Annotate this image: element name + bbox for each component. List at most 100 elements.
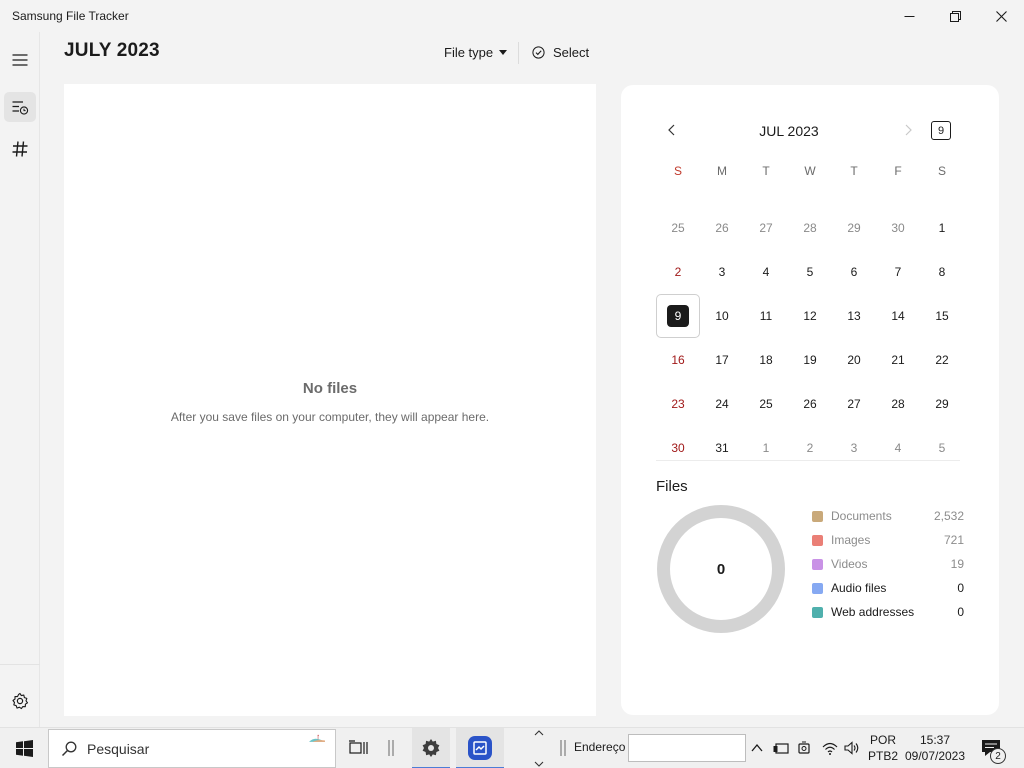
legend-label: Audio files	[831, 581, 887, 595]
legend-item[interactable]: Images 721	[812, 531, 964, 549]
calendar-day[interactable]: 17	[700, 338, 744, 382]
calendar-day[interactable]: 15	[920, 294, 964, 338]
next-month-button[interactable]	[901, 123, 915, 137]
restore-button[interactable]	[932, 0, 978, 32]
calendar-day[interactable]: 19	[788, 338, 832, 382]
minimize-icon	[904, 15, 914, 17]
calendar-day-number: 20	[847, 353, 861, 367]
taskbar-clock[interactable]: 15:37 09/07/2023	[902, 732, 968, 764]
calendar-day[interactable]: 8	[920, 250, 964, 294]
taskbar-search-box[interactable]: Pesquisar	[48, 729, 336, 768]
taskbar-app-file-tracker[interactable]	[456, 728, 504, 768]
search-highlight-illustration	[309, 734, 325, 742]
calendar-day[interactable]: 18	[744, 338, 788, 382]
calendar-day[interactable]: 3	[700, 250, 744, 294]
settings-button[interactable]	[4, 686, 36, 716]
start-button[interactable]	[0, 728, 48, 768]
previous-month-button[interactable]	[665, 123, 679, 137]
calendar-day[interactable]: 1	[744, 426, 788, 470]
file-type-label: File type	[444, 45, 494, 60]
weekday-header: S	[673, 164, 682, 178]
calendar-day[interactable]: 5	[788, 250, 832, 294]
task-view-icon	[349, 740, 368, 754]
taskbar-scroll-arrows[interactable]	[532, 730, 546, 767]
calendar-day[interactable]: 6	[832, 250, 876, 294]
calendar-day[interactable]: 28	[876, 382, 920, 426]
calendar-day[interactable]: 4	[744, 250, 788, 294]
volume-button[interactable]	[844, 740, 860, 756]
legend-item[interactable]: Videos 19	[812, 555, 964, 573]
show-hidden-icons-button[interactable]	[749, 740, 765, 756]
calendar-day[interactable]: 13	[832, 294, 876, 338]
calendar-day[interactable]: 10	[700, 294, 744, 338]
calendar-day-number: 1	[938, 221, 946, 235]
calendar-day[interactable]: 24	[700, 382, 744, 426]
calendar-day[interactable]: 7	[876, 250, 920, 294]
legend-count: 0	[957, 581, 964, 595]
calendar-day[interactable]: 28	[788, 206, 832, 250]
calendar-day[interactable]: 21	[876, 338, 920, 382]
calendar-day[interactable]: 30	[656, 426, 700, 470]
calendar-day[interactable]: 5	[920, 426, 964, 470]
task-view-button[interactable]	[346, 736, 372, 760]
tray-meet-icon[interactable]	[797, 740, 813, 756]
calendar-day-number: 15	[935, 309, 949, 323]
navigation-rail	[0, 32, 40, 727]
chevron-right-icon	[905, 124, 912, 136]
nav-divider	[0, 664, 40, 665]
empty-state-title: No files	[302, 380, 358, 397]
calendar-day-number: 11	[759, 309, 773, 323]
calendar-day[interactable]: 25	[744, 382, 788, 426]
calendar-day[interactable]: 20	[832, 338, 876, 382]
calendar-day[interactable]: 26	[788, 382, 832, 426]
calendar-day[interactable]: 23	[656, 382, 700, 426]
calendar-day[interactable]: 31	[700, 426, 744, 470]
minimize-button[interactable]	[886, 0, 932, 32]
calendar-day-number: 19	[803, 353, 817, 367]
calendar-day[interactable]: 11	[744, 294, 788, 338]
network-button[interactable]	[822, 740, 838, 756]
calendar-day[interactable]: 2	[788, 426, 832, 470]
calendar-day[interactable]: 22	[920, 338, 964, 382]
calendar-day[interactable]: 16	[656, 338, 700, 382]
nav-item-timeline[interactable]	[4, 92, 36, 122]
legend-swatch	[812, 606, 823, 618]
calendar-day[interactable]: 29	[920, 382, 964, 426]
calendar-day[interactable]: 27	[832, 382, 876, 426]
taskbar-app-settings[interactable]	[412, 728, 450, 768]
calendar-day[interactable]: 29	[832, 206, 876, 250]
device-icon	[773, 743, 789, 754]
language-code: POR	[869, 733, 896, 747]
close-button[interactable]	[978, 0, 1024, 32]
calendar-day[interactable]: 12	[788, 294, 832, 338]
menu-button[interactable]	[4, 45, 36, 75]
nav-item-tags[interactable]	[4, 134, 36, 164]
speaker-icon	[844, 741, 859, 755]
calendar-day[interactable]: 4	[876, 426, 920, 470]
legend-item[interactable]: Documents 2,532	[812, 507, 964, 525]
calendar-day[interactable]: 3	[832, 426, 876, 470]
calendar-day-number: 4	[762, 265, 770, 279]
legend-item[interactable]: Web addresses 0	[812, 603, 964, 621]
address-input[interactable]	[628, 734, 746, 762]
file-type-dropdown[interactable]: File type	[444, 45, 508, 60]
calendar-day[interactable]: 1	[920, 206, 964, 250]
calendar-day[interactable]: 30	[876, 206, 920, 250]
today-button[interactable]: 9	[931, 121, 951, 140]
gear-icon	[422, 738, 440, 757]
calendar-day[interactable]: 25	[656, 206, 700, 250]
calendar-day[interactable]: 26	[700, 206, 744, 250]
calendar-day-selected[interactable]: 9	[656, 294, 700, 338]
weekday-header: F	[894, 164, 902, 178]
calendar-day[interactable]: 14	[876, 294, 920, 338]
input-language-indicator[interactable]: POR PTB2	[868, 732, 898, 764]
tray-app-icon[interactable]	[773, 740, 789, 756]
legend-item[interactable]: Audio files 0	[812, 579, 964, 597]
address-toolbar-label: Endereço	[574, 740, 626, 754]
calendar-month-label: JUL 2023	[759, 123, 819, 139]
calendar-day[interactable]: 27	[744, 206, 788, 250]
calendar-day-number: 8	[938, 265, 946, 279]
hamburger-icon	[12, 54, 28, 66]
select-button[interactable]: Select	[532, 45, 589, 60]
calendar-day[interactable]: 2	[656, 250, 700, 294]
